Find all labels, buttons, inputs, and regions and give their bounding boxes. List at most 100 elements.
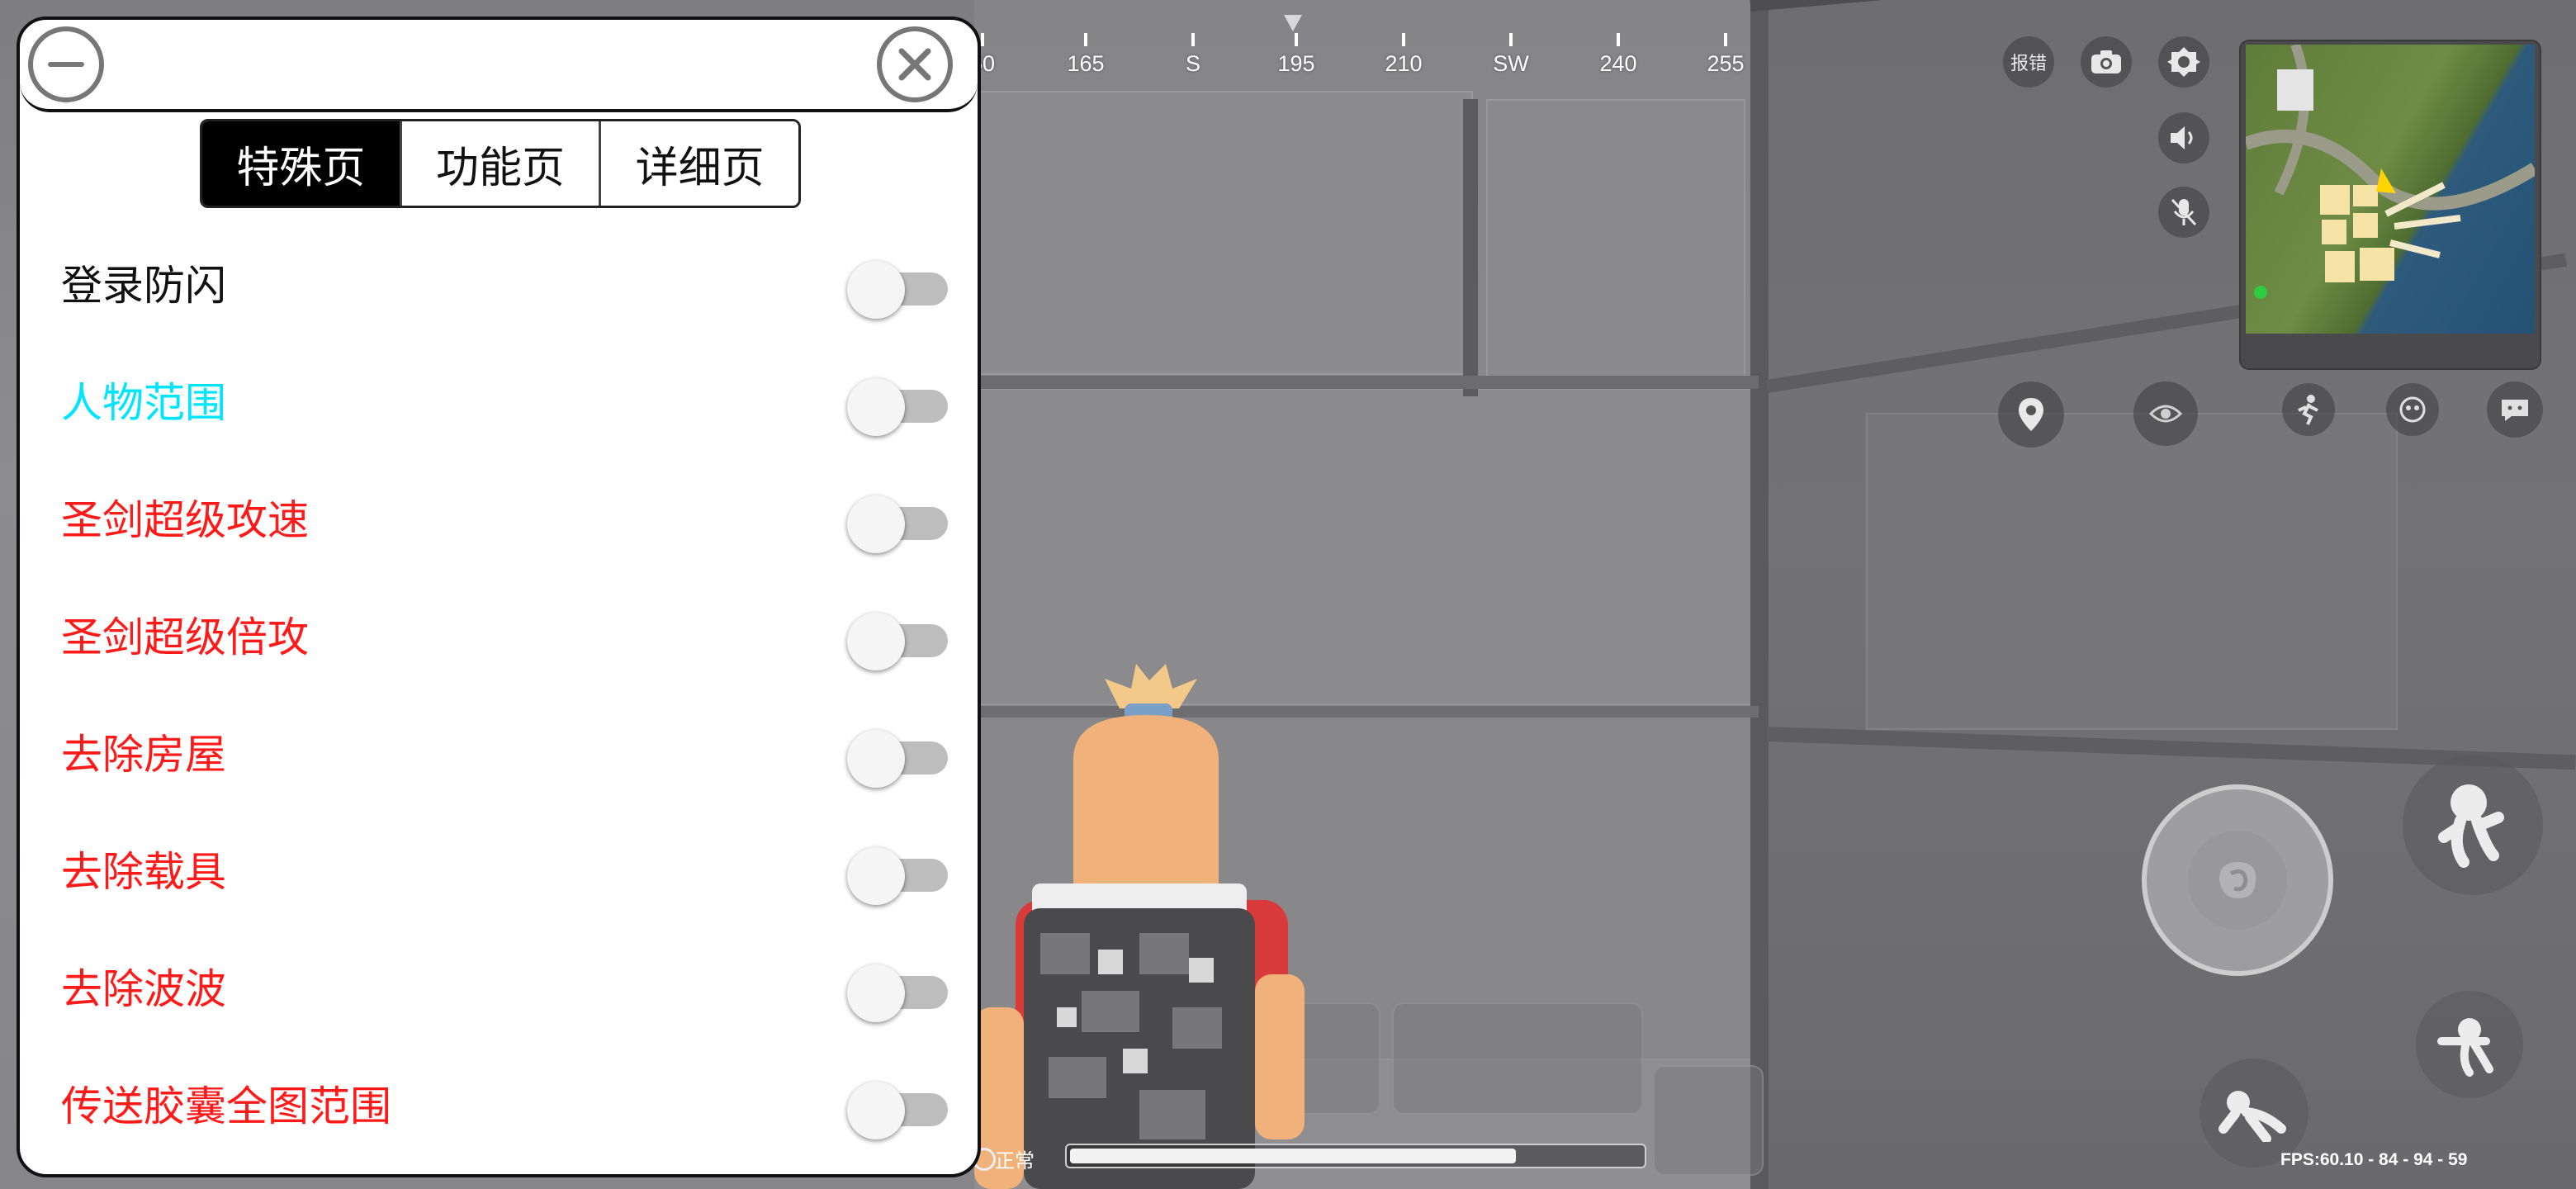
toggle-label: 传送胶囊全图范围 xyxy=(61,1082,391,1130)
tab-bar: 特殊页 功能页 详细页 xyxy=(200,119,801,208)
joystick[interactable] xyxy=(2142,784,2333,976)
toggle-knob xyxy=(847,261,905,319)
emote-run-button[interactable] xyxy=(2282,383,2335,436)
speaker-button[interactable] xyxy=(2158,112,2209,163)
running-figure-icon xyxy=(2298,395,2318,425)
wall-panel xyxy=(1486,99,1745,400)
shoot-button[interactable] xyxy=(2416,991,2523,1098)
player-character xyxy=(974,664,1305,1189)
compass-tick xyxy=(1509,33,1513,46)
close-icon xyxy=(898,48,931,81)
toggle-row: 圣剑超级倍攻 xyxy=(20,588,978,687)
jump-button[interactable] xyxy=(2403,755,2543,895)
shooter-figure-icon xyxy=(2437,1018,2493,1077)
toggle-knob xyxy=(847,964,905,1022)
compass-tick xyxy=(981,33,984,46)
toggle-label: 登录防闪 xyxy=(61,262,226,310)
close-button[interactable] xyxy=(877,26,953,102)
toggle-knob xyxy=(847,847,905,905)
compass-tick xyxy=(1617,33,1620,46)
toggle-label: 去除波波 xyxy=(61,965,226,1013)
compass-label: 255 xyxy=(1707,51,1745,76)
toggle-row: 去除房屋 xyxy=(20,705,978,804)
toggle-knob xyxy=(847,495,905,553)
toggle-knob xyxy=(847,613,905,670)
jump-figure-icon xyxy=(2438,784,2504,868)
toggle-switch[interactable] xyxy=(847,613,948,670)
compass-tick xyxy=(1084,33,1087,46)
compass-tick xyxy=(1402,33,1405,46)
toggle-knob xyxy=(847,1082,905,1139)
compass-label: 210 xyxy=(1385,51,1423,76)
toggle-switch[interactable] xyxy=(847,964,948,1022)
mic-button[interactable] xyxy=(2158,187,2209,238)
location-pin-icon xyxy=(2019,398,2043,431)
toggle-switch[interactable] xyxy=(847,378,948,436)
camera-button[interactable] xyxy=(2081,36,2132,88)
compass-label: SW xyxy=(1493,51,1529,76)
tab-1[interactable]: 特殊页 xyxy=(202,121,402,206)
face-icon xyxy=(2399,396,2426,423)
wall-panel xyxy=(974,91,1473,375)
mod-menu-panel: 特殊页 功能页 详细页 登录防闪人物范围圣剑超级攻速圣剑超级倍攻 去除房屋去除载具去除… xyxy=(17,17,981,1177)
toggle-switch[interactable] xyxy=(847,847,948,905)
toggle-switch[interactable] xyxy=(847,1082,948,1139)
toggle-label: 人物范围 xyxy=(61,379,226,427)
map-pin-button[interactable] xyxy=(1998,381,2064,448)
toggle-switch[interactable] xyxy=(847,730,948,788)
health-bar xyxy=(1065,1144,1646,1168)
chat-button[interactable] xyxy=(2487,381,2543,438)
toggle-row: 去除波波 xyxy=(20,940,978,1039)
beam xyxy=(974,376,1759,389)
beam xyxy=(1463,99,1478,396)
compass-label: S xyxy=(1185,51,1201,76)
compass-bar: 50 165 S 195 210 SW 240 255 xyxy=(970,15,1750,89)
health-bar-fill xyxy=(1070,1149,1516,1163)
compass-marker-icon xyxy=(1284,15,1302,31)
fist-icon xyxy=(2219,862,2256,898)
joystick-knob[interactable] xyxy=(2188,831,2287,930)
gear-icon xyxy=(2167,47,2200,77)
speaker-icon xyxy=(2171,126,2193,149)
toggle-row: 传送胶囊全图范围 xyxy=(20,1057,978,1156)
camera-icon xyxy=(2091,50,2121,73)
compass-tick xyxy=(1295,33,1298,46)
minimap[interactable] xyxy=(2239,40,2541,370)
wall-panel xyxy=(1866,413,2398,730)
inventory-slot[interactable] xyxy=(1392,1002,1643,1115)
compass-label: 165 xyxy=(1067,51,1105,76)
toggle-label: 去除房屋 xyxy=(61,731,226,779)
toggle-label: 去除载具 xyxy=(61,848,226,896)
crawl-figure-icon xyxy=(2218,1091,2286,1142)
status-label: 正常 xyxy=(995,1149,1035,1172)
toggle-switch[interactable] xyxy=(847,495,948,553)
toggle-knob xyxy=(847,378,905,436)
beam xyxy=(1750,0,1769,1189)
toggle-switch[interactable] xyxy=(847,261,948,319)
minimap-map-icon xyxy=(2243,42,2539,299)
toggle-row: 圣剑超级攻速 xyxy=(20,471,978,570)
emote-face-button[interactable] xyxy=(2386,383,2439,436)
report-button[interactable]: 报错 xyxy=(2003,36,2054,88)
settings-button[interactable] xyxy=(2158,36,2209,88)
compass-tick xyxy=(1724,33,1727,46)
tab-2[interactable]: 功能页 xyxy=(401,121,602,206)
compass-label: 195 xyxy=(1277,51,1315,76)
fps-counter: FPS:60.10 - 84 - 94 - 59 xyxy=(2280,1150,2468,1169)
inventory-slot[interactable] xyxy=(1653,1065,1764,1176)
toggle-knob xyxy=(847,730,905,788)
minimap-terrain xyxy=(2243,42,2539,334)
view-button[interactable] xyxy=(2133,381,2198,446)
toggle-row: 登录防闪 xyxy=(20,236,978,335)
panel-header xyxy=(20,20,978,112)
tab-3[interactable]: 详细页 xyxy=(601,121,798,206)
minimize-button[interactable] xyxy=(28,26,104,102)
compass-tick xyxy=(1191,33,1195,46)
compass-label: 240 xyxy=(1599,51,1637,76)
toggle-row: 人物范围 xyxy=(20,353,978,452)
eye-icon xyxy=(2149,405,2182,423)
wall-panel xyxy=(974,388,1754,705)
report-label: 报错 xyxy=(2010,54,2047,74)
toggle-label: 圣剑超级倍攻 xyxy=(61,613,309,661)
chat-bubble-icon xyxy=(2502,400,2528,421)
